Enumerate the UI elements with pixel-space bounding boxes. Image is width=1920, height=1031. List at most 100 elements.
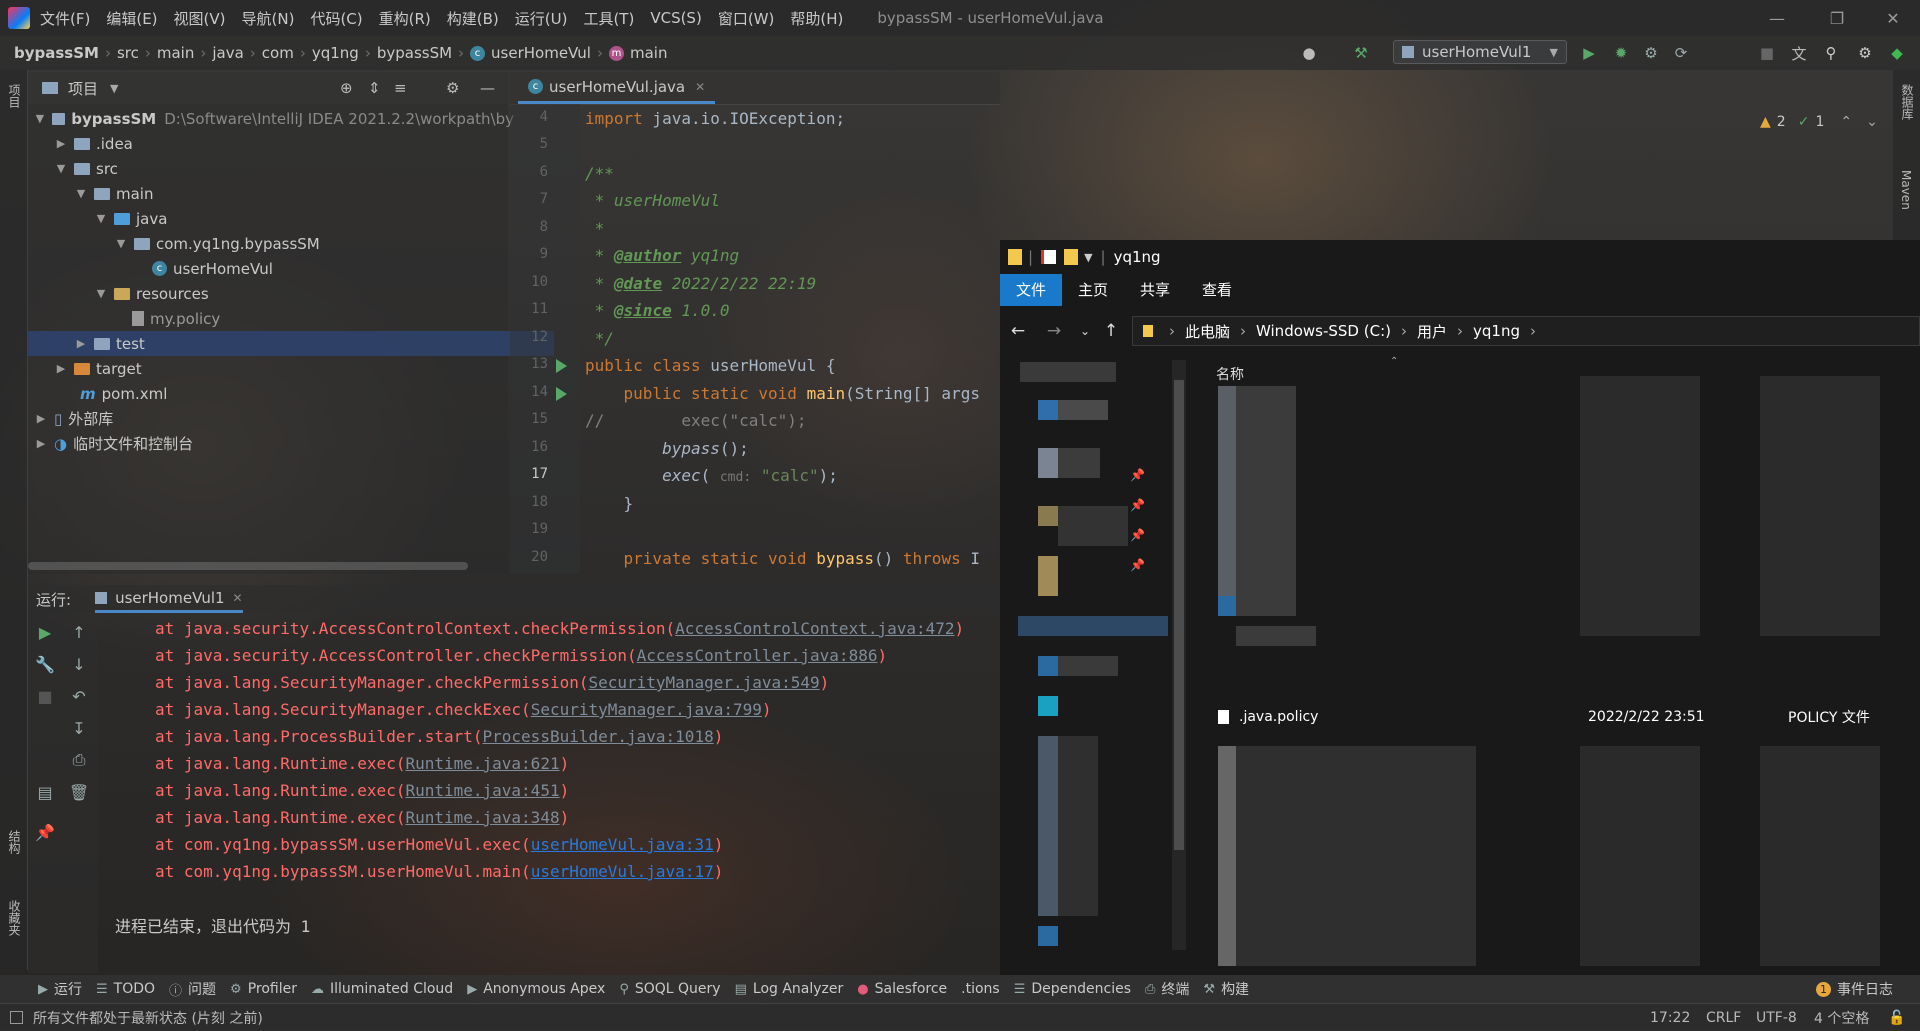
soft-wrap-icon[interactable]: ↶: [68, 685, 90, 707]
tool-tab-run[interactable]: ▶ 运行: [38, 979, 82, 999]
pin-icon[interactable]: 📌: [34, 821, 56, 843]
address-segment[interactable]: yq1ng: [1473, 322, 1520, 340]
up-arrow-icon[interactable]: ↑: [1098, 321, 1124, 341]
lock-icon[interactable]: 🔓: [1888, 1010, 1905, 1026]
arrow-up-icon[interactable]: ↑: [68, 621, 90, 643]
user-icon[interactable]: ●: [1300, 44, 1318, 62]
chevron-down-icon[interactable]: ▼: [94, 287, 108, 300]
tool-tab-log-analyzer[interactable]: ▤ Log Analyzer: [735, 981, 844, 997]
source-link[interactable]: AccessControlContext.java:472: [675, 619, 954, 638]
chevron-down-icon[interactable]: ▼: [54, 162, 68, 175]
database-tool-tab[interactable]: 数据库: [1899, 84, 1916, 120]
breadcrumb-src[interactable]: src: [117, 44, 139, 62]
tool-tab-illuminated-cloud[interactable]: ☁ Illuminated Cloud: [311, 981, 453, 997]
source-link[interactable]: SecurityManager.java:549: [588, 673, 819, 692]
line-separator[interactable]: CRLF: [1706, 1010, 1741, 1026]
collapse-all-icon[interactable]: ≡: [394, 79, 407, 97]
caret-position[interactable]: 17:22: [1650, 1010, 1690, 1026]
menu-edit[interactable]: 编辑(E): [106, 8, 157, 29]
pin-icon[interactable]: 📌: [1130, 468, 1145, 482]
tree-item-project-root[interactable]: ▼ bypassSM D:\Software\IntelliJ IDEA 202…: [28, 106, 514, 131]
favorites-tool-tab[interactable]: 收藏夹: [6, 900, 23, 936]
chevron-down-icon[interactable]: ▼: [110, 82, 118, 95]
source-link[interactable]: Runtime.java:621: [405, 754, 559, 773]
tool-tab-build[interactable]: ⚒ 构建: [1203, 979, 1249, 999]
address-segment[interactable]: 此电脑: [1185, 321, 1230, 342]
horizontal-scrollbar[interactable]: [28, 562, 468, 570]
menu-code[interactable]: 代码(C): [310, 8, 362, 29]
project-tool-tab[interactable]: 项目: [6, 84, 23, 108]
chevron-down-icon[interactable]: ▼: [94, 212, 108, 225]
menu-refactor[interactable]: 重构(R): [379, 8, 431, 29]
pin-icon[interactable]: 📌: [1130, 528, 1145, 542]
source-link[interactable]: userHomeVul.java:31: [531, 835, 714, 854]
scroll-to-end-icon[interactable]: ↧: [68, 717, 90, 739]
console-output[interactable]: at java.security.AccessControlContext.ch…: [100, 613, 1000, 973]
breadcrumb-class[interactable]: userHomeVul: [491, 44, 591, 62]
code-editor[interactable]: import java.io.IOException; /** * userHo…: [585, 104, 1000, 574]
new-folder-icon[interactable]: [1064, 249, 1079, 265]
layout-icon[interactable]: ▤: [34, 781, 56, 803]
debug-icon[interactable]: ✹: [1612, 44, 1630, 62]
run-icon[interactable]: ▶: [1580, 44, 1598, 62]
run-config-select[interactable]: userHomeVul1 ▼: [1393, 40, 1567, 64]
tool-tab-todo[interactable]: ☰ TODO: [96, 981, 155, 997]
menu-run[interactable]: 运行(U): [515, 8, 568, 29]
inspection-widget[interactable]: ▲ 2 ✓ 1 ⌃ ⌄: [1760, 114, 1878, 130]
chevron-down-icon[interactable]: ⌄: [1866, 114, 1878, 130]
breadcrumb-com[interactable]: com: [262, 44, 294, 62]
chevron-right-icon[interactable]: ▶: [34, 412, 48, 425]
tool-tab-salesforce[interactable]: ● Salesforce: [857, 981, 947, 997]
project-view-label[interactable]: 项目: [68, 78, 98, 99]
tool-tab-profiler[interactable]: ⚙ Profiler: [230, 981, 297, 997]
source-link[interactable]: ProcessBuilder.java:1018: [483, 727, 714, 746]
source-link[interactable]: AccessController.java:886: [637, 646, 878, 665]
tree-item-target[interactable]: ▶ target: [28, 356, 534, 381]
tree-item-test[interactable]: ▶ test: [28, 331, 554, 356]
search-icon[interactable]: ⚲: [1822, 44, 1840, 62]
hide-panel-icon[interactable]: —: [480, 79, 495, 97]
menu-vcs[interactable]: VCS(S): [650, 9, 701, 27]
ribbon-tab-share[interactable]: 共享: [1124, 274, 1186, 306]
tree-item-scratches[interactable]: ▶ ◑ 临时文件和控制台: [28, 431, 514, 456]
menu-navigate[interactable]: 导航(N): [242, 8, 295, 29]
breadcrumb-bypasssm[interactable]: bypassSM: [377, 44, 452, 62]
indent-setting[interactable]: 4 个空格: [1814, 1008, 1869, 1028]
properties-icon[interactable]: [1041, 250, 1057, 264]
source-link[interactable]: Runtime.java:348: [405, 808, 559, 827]
editor-tab-userhomevul[interactable]: c userHomeVul.java ✕: [518, 72, 716, 104]
chevron-down-icon[interactable]: ▼: [1084, 251, 1092, 264]
arrow-down-icon[interactable]: ↓: [68, 653, 90, 675]
tool-tab-anonymous-apex[interactable]: ▶ Anonymous Apex: [467, 981, 605, 997]
tree-item-idea[interactable]: ▶ .idea: [28, 131, 534, 156]
tree-item-java[interactable]: ▼ java: [28, 206, 574, 231]
chevron-down-icon[interactable]: ▼: [114, 237, 128, 250]
tree-item-resources[interactable]: ▼ resources: [28, 281, 574, 306]
run-gutter-icon[interactable]: [556, 387, 567, 401]
menu-file[interactable]: 文件(F): [40, 8, 90, 29]
tool-tab-event-log[interactable]: 1 事件日志: [1816, 979, 1893, 999]
run-gutter-icon[interactable]: [556, 359, 567, 373]
breadcrumb-java[interactable]: java: [212, 44, 243, 62]
tool-tab-terminal[interactable]: ⎙ 终端: [1145, 979, 1189, 999]
menu-view[interactable]: 视图(V): [174, 8, 226, 29]
minimize-icon[interactable]: —: [1750, 0, 1804, 36]
maven-tool-tab[interactable]: Maven: [1899, 170, 1913, 210]
chevron-right-icon[interactable]: ▶: [54, 362, 68, 375]
chevron-down-icon[interactable]: ▼: [34, 112, 46, 125]
layout-toggle-icon[interactable]: [10, 1011, 23, 1024]
source-link[interactable]: Runtime.java:451: [405, 781, 559, 800]
chevron-up-icon[interactable]: ⌃: [1840, 114, 1852, 130]
rerun-icon[interactable]: ▶: [34, 621, 56, 643]
chevron-right-icon[interactable]: ▶: [34, 437, 48, 450]
tool-tab-actions[interactable]: .tions: [961, 981, 1000, 997]
address-bar[interactable]: › 此电脑 › Windows-SSD (C:) › 用户 › yq1ng ›: [1132, 316, 1920, 346]
ribbon-tab-home[interactable]: 主页: [1062, 274, 1124, 306]
breadcrumb-yq1ng[interactable]: yq1ng: [312, 44, 359, 62]
tree-item-pom[interactable]: m pom.xml: [28, 381, 560, 406]
plugin-icon[interactable]: ◆: [1888, 44, 1906, 62]
source-link[interactable]: userHomeVul.java:17: [531, 862, 714, 881]
profile-icon[interactable]: ⟳: [1672, 44, 1690, 62]
menu-help[interactable]: 帮助(H): [790, 8, 843, 29]
print-icon[interactable]: ⎙: [68, 749, 90, 771]
